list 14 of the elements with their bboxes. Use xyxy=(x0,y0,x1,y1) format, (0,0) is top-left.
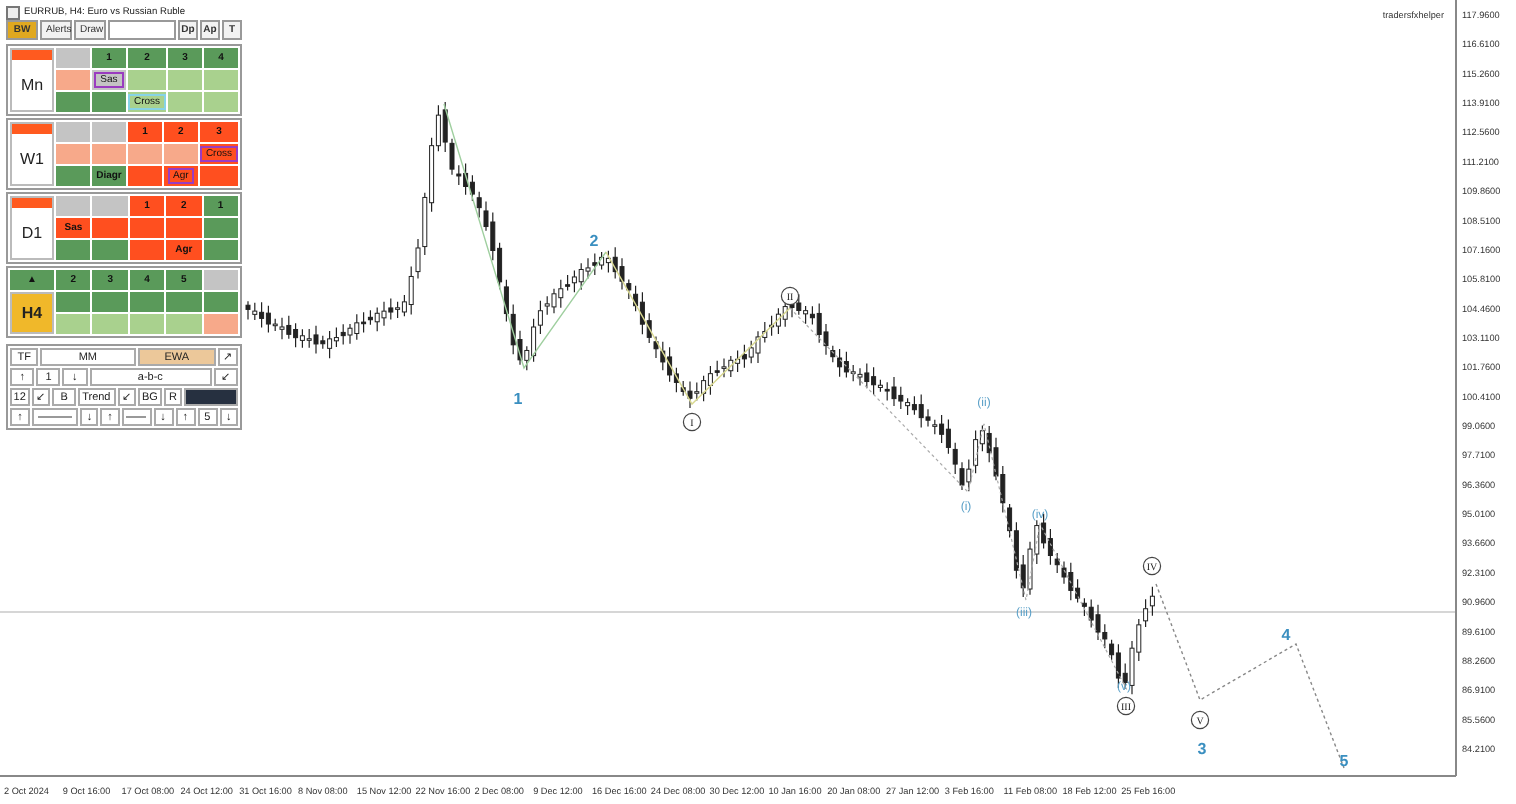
timeframe-label: Mn xyxy=(10,48,54,112)
wave-label: 2 xyxy=(589,232,599,250)
wave-label: 1 xyxy=(513,390,523,408)
blank-field xyxy=(108,20,176,40)
timeframe-label: D1 xyxy=(10,196,54,260)
wave-label: 4 xyxy=(1281,626,1291,644)
slider-control[interactable] xyxy=(121,408,152,426)
wave-label: 5 xyxy=(1339,752,1349,770)
slider-control[interactable] xyxy=(32,408,79,426)
chart-icon xyxy=(6,5,20,19)
wave-label: 3 xyxy=(1197,740,1207,758)
timeframe-label: W1 xyxy=(10,122,54,186)
timeframe-label: H4 xyxy=(10,292,54,334)
color-swatch[interactable] xyxy=(184,388,239,406)
